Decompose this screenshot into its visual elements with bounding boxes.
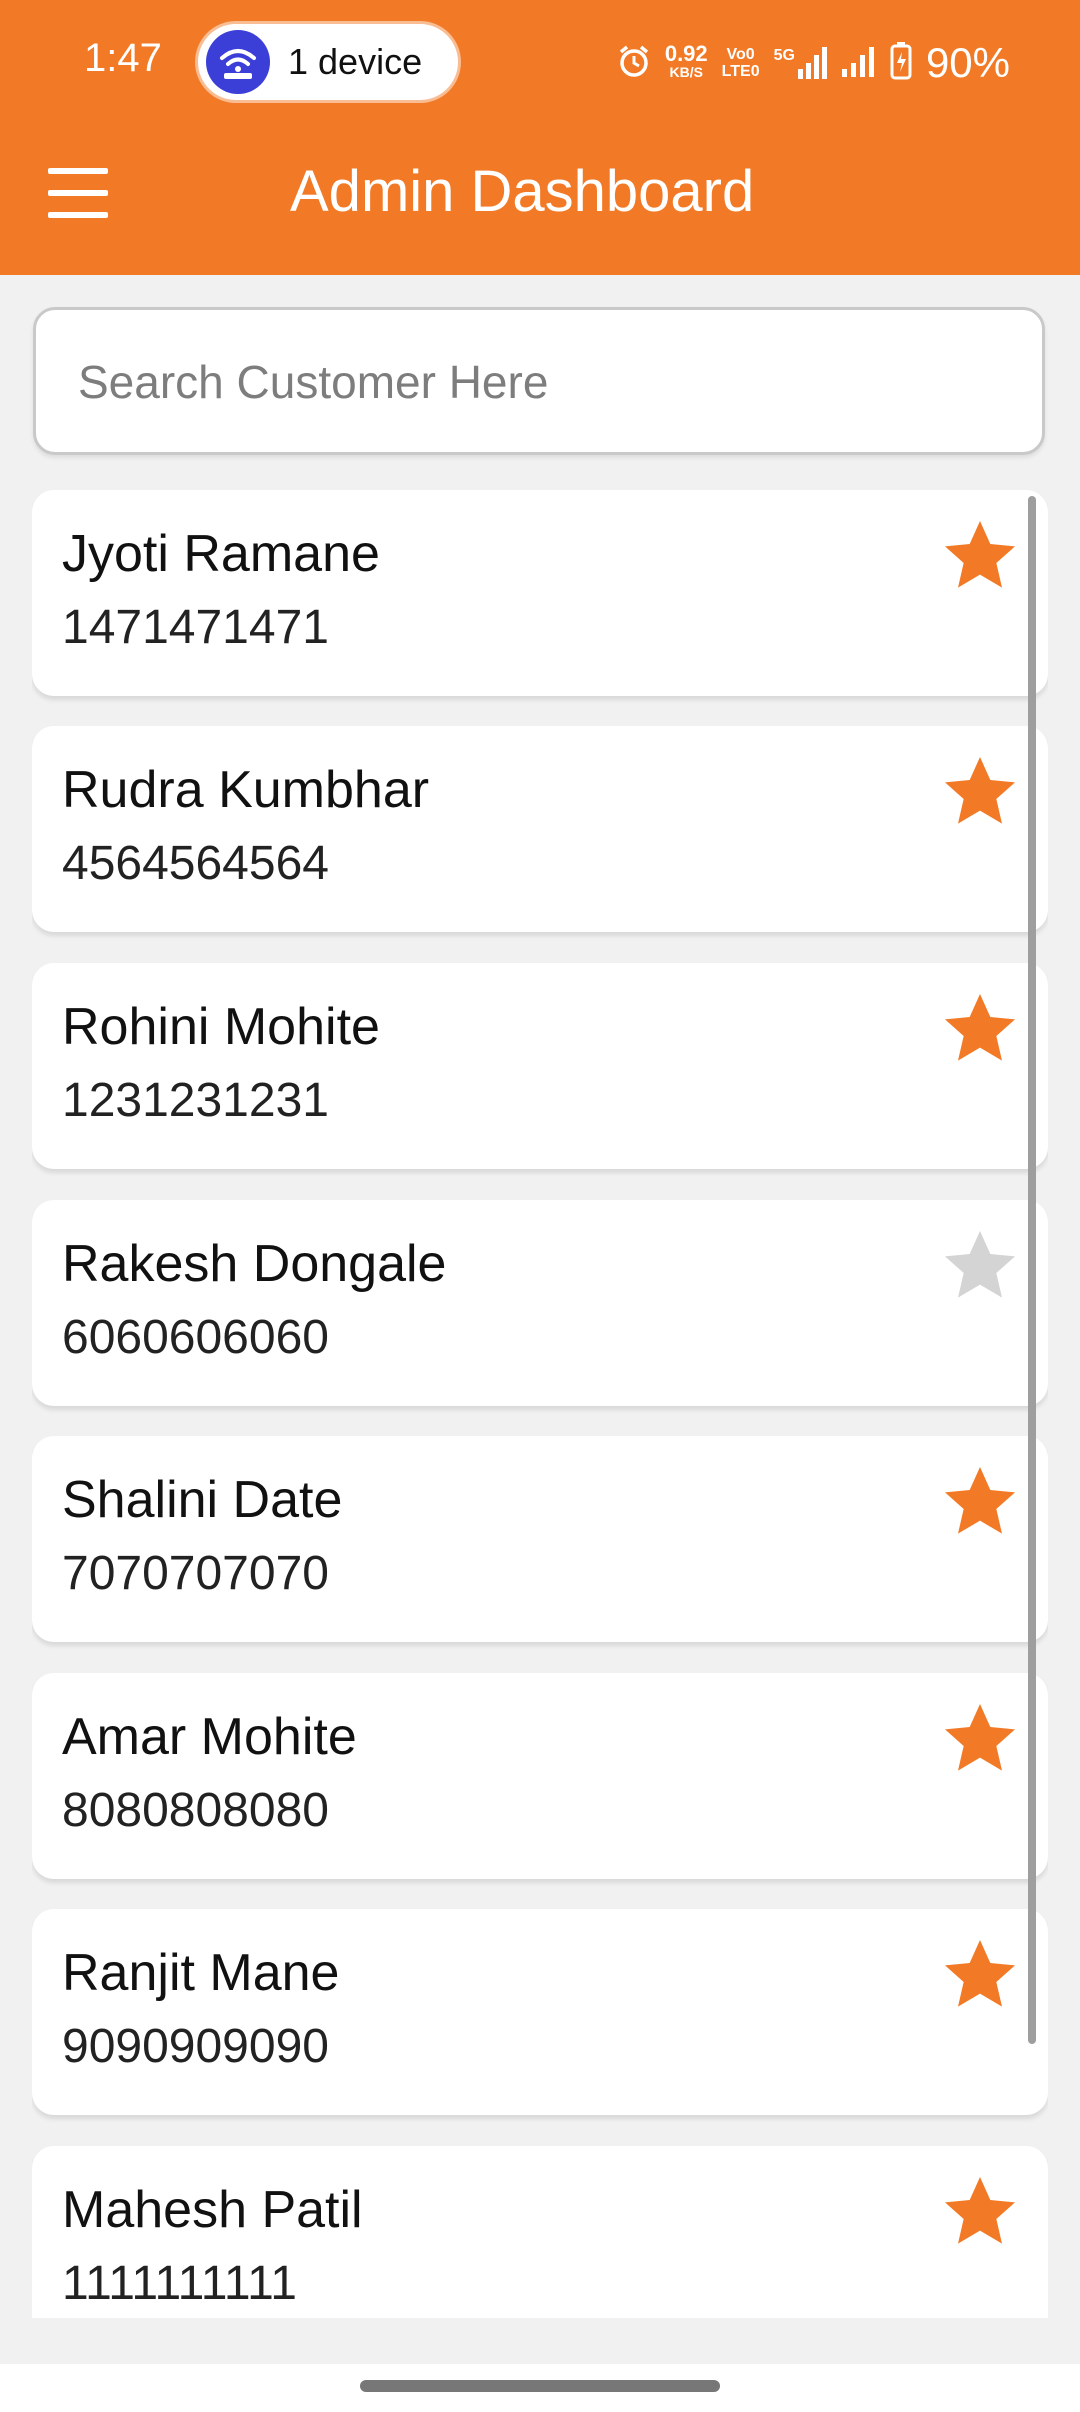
status-bar: 1:47 1 device 0.92 KB/S Vo0 LTE0 5G 90% xyxy=(0,0,1080,120)
network-type: 5G xyxy=(773,47,795,64)
hotspot-chip[interactable]: 1 device xyxy=(198,24,458,100)
favorite-star-icon[interactable] xyxy=(940,989,1020,1069)
page-title: Admin Dashboard xyxy=(290,159,755,224)
customer-list[interactable]: Jyoti Ramane 1471471471 Rudra Kumbhar 45… xyxy=(32,490,1048,2318)
favorite-star-icon[interactable] xyxy=(940,1699,1020,1779)
system-icons: 0.92 KB/S Vo0 LTE0 5G 90% xyxy=(617,38,1010,88)
customer-phone: 1111111111 xyxy=(62,2257,297,2310)
favorite-star-icon[interactable] xyxy=(940,516,1020,596)
volte-indicator: Vo0 LTE0 xyxy=(722,46,760,80)
customer-card[interactable]: Ranjit Mane 9090909090 xyxy=(32,1909,1048,2115)
customer-card[interactable]: Shalini Date 7070707070 xyxy=(32,1436,1048,1642)
customer-card[interactable]: Mahesh Patil 1111111111 xyxy=(32,2146,1048,2318)
customer-phone: 8080808080 xyxy=(62,1784,329,1837)
battery-icon xyxy=(890,41,912,85)
customer-name: Amar Mohite xyxy=(62,1708,357,1766)
list-scrollbar[interactable] xyxy=(1028,496,1036,2044)
favorite-star-icon[interactable] xyxy=(940,752,1020,832)
volte-top: Vo0 xyxy=(726,46,755,63)
status-time: 1:47 xyxy=(84,36,162,80)
customer-phone: 4564564564 xyxy=(62,837,329,890)
customer-phone: 1231231231 xyxy=(62,1074,329,1127)
customer-name: Ranjit Mane xyxy=(62,1944,340,2002)
net-speed-unit: KB/S xyxy=(669,64,703,80)
favorite-star-icon[interactable] xyxy=(940,1226,1020,1306)
customer-card[interactable]: Jyoti Ramane 1471471471 xyxy=(32,490,1048,696)
battery-percent: 90% xyxy=(925,39,1010,86)
customer-card[interactable]: Rudra Kumbhar 4564564564 xyxy=(32,726,1048,932)
net-speed-value: 0.92 xyxy=(664,41,708,66)
customer-phone: 9090909090 xyxy=(62,2020,329,2073)
hotspot-label: 1 device xyxy=(288,41,423,82)
customer-card[interactable]: Amar Mohite 8080808080 xyxy=(32,1673,1048,1879)
customer-card[interactable]: Rohini Mohite 1231231231 xyxy=(32,963,1048,1169)
hamburger-menu-icon[interactable] xyxy=(48,168,108,218)
hotspot-icon xyxy=(206,30,270,94)
customer-card[interactable]: Rakesh Dongale 6060606060 xyxy=(32,1200,1048,1406)
customer-phone: 1471471471 xyxy=(62,601,329,654)
customer-name: Jyoti Ramane xyxy=(62,525,380,583)
favorite-star-icon[interactable] xyxy=(940,1935,1020,2015)
gesture-nav-bar xyxy=(0,2364,1080,2412)
signal-5g-icon: 5G xyxy=(774,47,828,79)
alarm-icon xyxy=(617,44,651,83)
search-input[interactable] xyxy=(76,310,1000,454)
customer-name: Shalini Date xyxy=(62,1471,343,1529)
volte-bottom: LTE0 xyxy=(721,63,760,80)
signal-icon xyxy=(841,45,876,82)
app-bar: 1:47 1 device 0.92 KB/S Vo0 LTE0 5G 90% … xyxy=(0,0,1080,275)
customer-name: Rakesh Dongale xyxy=(62,1235,447,1293)
customer-name: Rohini Mohite xyxy=(62,998,380,1056)
favorite-star-icon[interactable] xyxy=(940,2172,1020,2252)
customer-phone: 7070707070 xyxy=(62,1547,329,1600)
customer-name: Rudra Kumbhar xyxy=(62,761,430,819)
home-gesture-handle[interactable] xyxy=(360,2380,720,2392)
favorite-star-icon[interactable] xyxy=(940,1462,1020,1542)
customer-name: Mahesh Patil xyxy=(62,2181,363,2239)
search-box[interactable] xyxy=(33,307,1045,455)
customer-phone: 6060606060 xyxy=(62,1311,329,1364)
net-speed: 0.92 KB/S xyxy=(664,41,708,81)
